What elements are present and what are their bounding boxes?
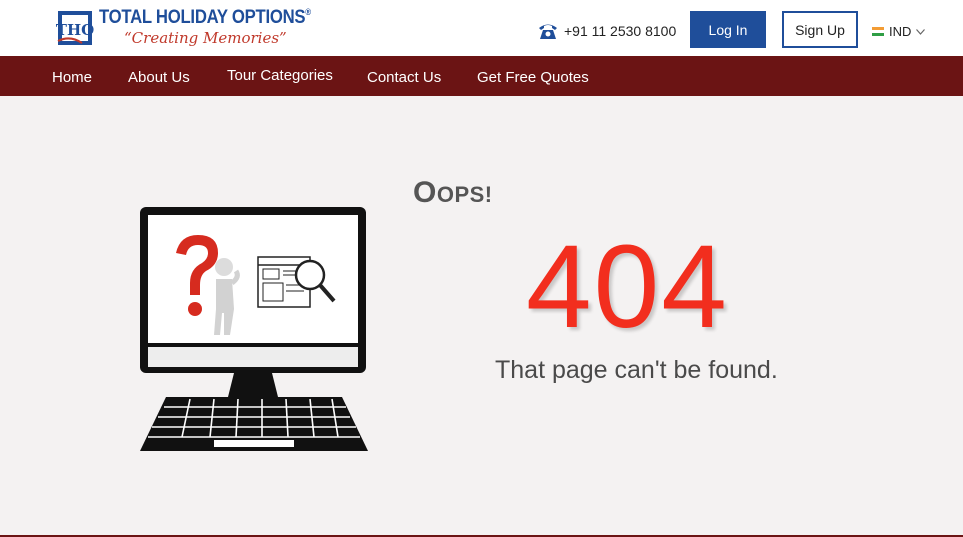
logo-title: TOTAL HOLIDAY OPTIONS® [99,7,311,28]
site-logo[interactable]: THO TOTAL HOLIDAY OPTIONS® “Creating Mem… [52,5,311,51]
nav-tour-categories[interactable]: Tour Categories [227,67,333,84]
phone-contact[interactable]: +91 11 2530 8100 [538,20,676,42]
oops-first-letter: O [413,176,437,209]
country-code: IND [889,24,912,39]
logo-tagline: “Creating Memories” [124,29,287,47]
signup-button[interactable]: Sign Up [782,11,858,48]
country-selector[interactable]: IND [872,24,926,39]
nav-get-free-quotes[interactable]: Get Free Quotes [477,69,589,86]
error-code: 404 [526,221,729,353]
svg-text:THO: THO [56,21,94,39]
main-nav: Home About Us Tour Categories Contact Us… [0,56,963,96]
phone-number: +91 11 2530 8100 [564,23,677,39]
registered-mark: ® [305,7,311,17]
chevron-down-icon [916,28,926,35]
login-button[interactable]: Log In [690,11,766,48]
nav-contact-us[interactable]: Contact Us [367,69,441,86]
logo-emblem-icon: THO [56,11,94,45]
oops-rest: OPS! [436,182,493,207]
nav-about-us[interactable]: About Us [128,69,190,86]
site-header: THO TOTAL HOLIDAY OPTIONS® “Creating Mem… [0,0,963,56]
error-message: That page can't be found. [495,356,778,384]
computer-question-mark-illustration [140,207,368,451]
telephone-icon [539,24,557,39]
nav-home[interactable]: Home [52,69,92,86]
oops-heading: OOPS! [413,176,493,210]
india-flag-icon [872,27,884,36]
